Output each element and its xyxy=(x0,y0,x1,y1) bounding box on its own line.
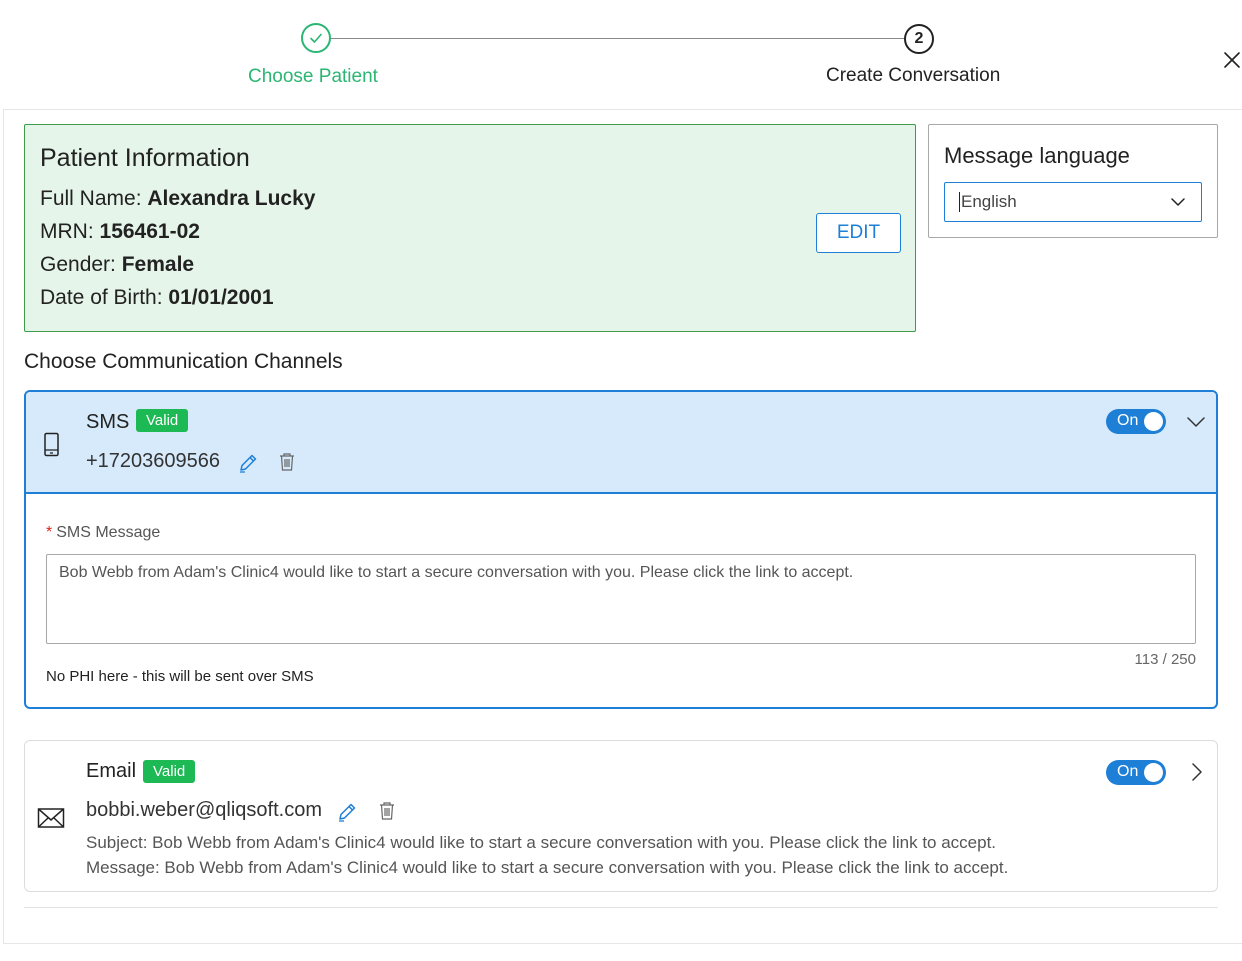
sms-toggle-label: On xyxy=(1117,412,1139,429)
check-icon xyxy=(310,33,322,43)
email-toggle[interactable]: On xyxy=(1106,760,1166,785)
sms-message-label: * SMS Message xyxy=(46,524,160,542)
bottom-divider xyxy=(24,907,1218,908)
sms-channel-card: SMS Valid +17203609566 On *SMS Message 1… xyxy=(24,390,1218,709)
stepper-connector xyxy=(330,38,904,39)
trash-icon[interactable] xyxy=(278,452,296,472)
step-1-label: Choose Patient xyxy=(248,66,378,87)
patient-gender-row: Gender: Female xyxy=(40,253,194,277)
pencil-icon[interactable] xyxy=(237,452,259,474)
chevron-down-icon[interactable] xyxy=(1187,416,1205,428)
gender-value: Female xyxy=(121,253,195,276)
close-icon xyxy=(1224,52,1240,68)
stepper: Choose Patient 2 Create Conversation xyxy=(0,0,1242,108)
sms-channel-header[interactable]: SMS Valid +17203609566 On xyxy=(26,392,1216,494)
sms-toggle[interactable]: On xyxy=(1106,409,1166,434)
chevron-right-icon[interactable] xyxy=(1191,763,1203,781)
step-1-indicator xyxy=(301,23,331,53)
language-select[interactable]: English xyxy=(944,182,1202,222)
mrn-label: MRN: xyxy=(40,220,94,243)
close-button[interactable] xyxy=(1222,50,1242,70)
sms-toggle-knob xyxy=(1144,412,1163,431)
email-subject-line: Subject: Bob Webb from Adam's Clinic4 wo… xyxy=(86,833,997,852)
language-select-value: English xyxy=(959,192,1017,212)
sms-phone-number: +17203609566 xyxy=(86,450,221,472)
sms-valid-badge: Valid xyxy=(136,409,189,432)
email-toggle-knob xyxy=(1144,763,1163,782)
full-name-label: Full Name: xyxy=(40,187,142,210)
email-toggle-label: On xyxy=(1117,763,1139,780)
gender-label: Gender: xyxy=(40,253,116,276)
mobile-phone-icon xyxy=(44,432,59,457)
patient-mrn-row: MRN: 156461-02 xyxy=(40,220,200,244)
sms-phi-hint: No PHI here - this will be sent over SMS xyxy=(46,668,314,685)
sms-message-label-text: SMS Message xyxy=(56,524,161,541)
email-address: bobbi.weber@qliqsoft.com xyxy=(86,799,322,821)
patient-dob-row: Date of Birth: 01/01/2001 xyxy=(40,286,274,310)
mrn-value: 156461-02 xyxy=(99,220,200,243)
step-2-label: Create Conversation xyxy=(826,65,1001,86)
patient-info-title: Patient Information xyxy=(40,144,250,172)
channels-section-title: Choose Communication Channels xyxy=(24,350,343,373)
email-channel-name: Email xyxy=(86,760,137,782)
full-name-value: Alexandra Lucky xyxy=(147,187,316,210)
message-language-card: Message language English xyxy=(928,124,1218,238)
chevron-down-icon xyxy=(1171,198,1185,206)
pencil-icon[interactable] xyxy=(336,801,358,823)
sms-char-count: 113 / 250 xyxy=(1134,651,1196,668)
sms-message-textarea[interactable] xyxy=(46,554,1196,644)
message-language-title: Message language xyxy=(944,143,1130,168)
patient-full-name-row: Full Name: Alexandra Lucky xyxy=(40,187,315,211)
dob-value: 01/01/2001 xyxy=(168,286,274,309)
trash-icon[interactable] xyxy=(378,801,396,821)
email-valid-badge: Valid xyxy=(143,760,196,783)
step-2-indicator: 2 xyxy=(904,24,934,54)
email-channel-card[interactable]: Email Valid bobbi.weber@qliqsoft.com Sub… xyxy=(24,740,1218,892)
dob-label: Date of Birth: xyxy=(40,286,163,309)
envelope-icon xyxy=(37,808,65,828)
patient-information-card: Patient Information Full Name: Alexandra… xyxy=(24,124,916,332)
email-message-line: Message: Bob Webb from Adam's Clinic4 wo… xyxy=(86,858,1009,877)
sms-channel-name: SMS xyxy=(86,411,130,433)
required-asterisk: * xyxy=(46,524,53,541)
edit-patient-button[interactable]: EDIT xyxy=(816,213,901,253)
